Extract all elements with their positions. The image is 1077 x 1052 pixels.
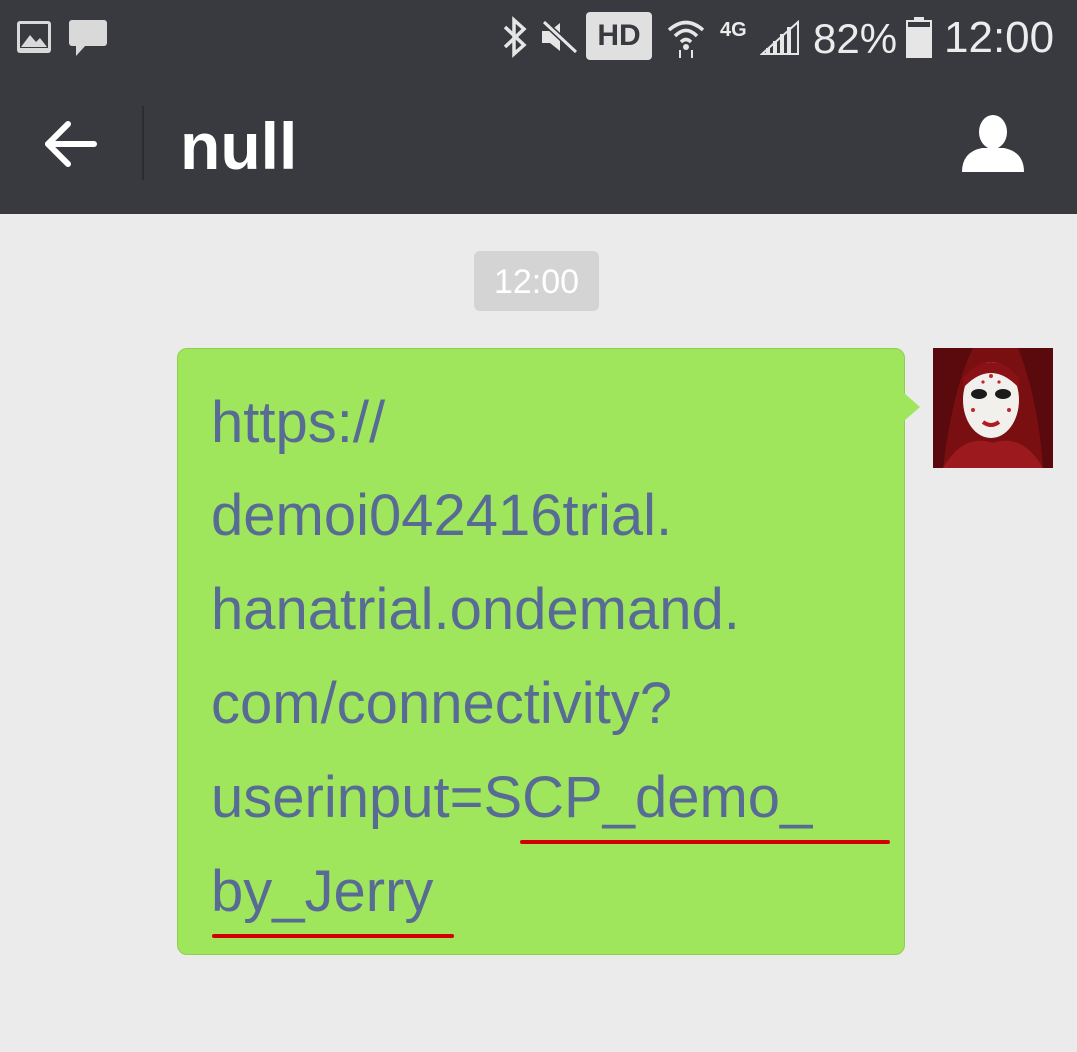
message-timestamp: 12:00 xyxy=(474,251,599,311)
network-type-label: 4G xyxy=(720,19,747,41)
vibrate-mute-icon xyxy=(541,19,579,55)
message-link-line-1[interactable]: https:// xyxy=(211,388,385,458)
title-divider xyxy=(142,106,144,180)
message-icon xyxy=(69,20,107,56)
message-link-line-6[interactable]: by_Jerry xyxy=(211,857,433,927)
signal-icon xyxy=(760,20,799,55)
arrow-left-icon xyxy=(45,121,97,167)
message-link-line-5[interactable]: userinput=SCP_demo_ xyxy=(211,763,812,833)
highlight-underline-1 xyxy=(520,840,890,844)
chat-title: null xyxy=(180,109,298,183)
message-link-line-2[interactable]: demoi042416trial. xyxy=(211,481,672,551)
highlight-underline-2 xyxy=(212,934,454,938)
contact-info-button[interactable] xyxy=(950,102,1040,192)
status-time: 12:00 xyxy=(944,13,1055,62)
bubble-tail xyxy=(904,393,920,421)
message-link-line-4[interactable]: com/connectivity? xyxy=(211,669,672,739)
hd-badge: HD xyxy=(586,12,652,60)
message-link-line-3[interactable]: hanatrial.ondemand. xyxy=(211,575,740,645)
mask-avatar-icon xyxy=(933,348,1053,468)
wifi-icon xyxy=(667,20,705,58)
sender-avatar[interactable] xyxy=(933,348,1053,468)
bluetooth-icon xyxy=(503,16,527,58)
battery-percent: 82% xyxy=(813,15,898,62)
battery-icon xyxy=(906,17,932,58)
image-icon xyxy=(17,21,51,53)
status-bar: HD 4G 82% 12:00 xyxy=(0,0,1077,76)
title-bar: null xyxy=(0,76,1077,214)
person-icon xyxy=(962,115,1024,172)
back-button[interactable] xyxy=(30,106,110,186)
